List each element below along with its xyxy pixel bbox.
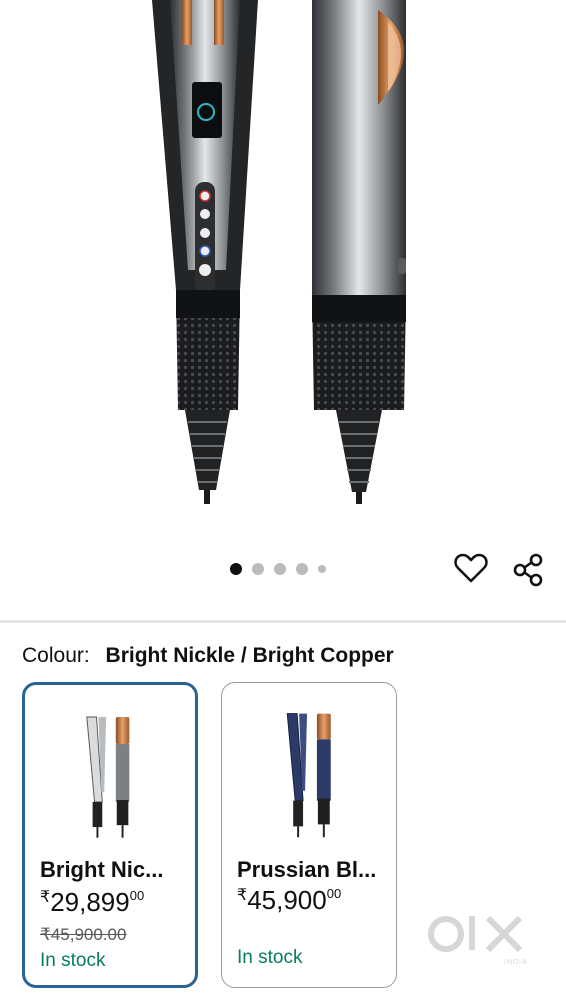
product-image <box>152 0 406 504</box>
option-price: ₹45,90000 <box>237 885 341 916</box>
price-whole: 29,899 <box>50 887 130 917</box>
option-title: Prussian Bl... <box>237 857 377 882</box>
price-fraction: 00 <box>129 888 145 903</box>
carousel-dot-2[interactable] <box>252 563 264 575</box>
option-title: Bright Nic... <box>40 857 164 882</box>
carousel-indicator[interactable] <box>230 563 326 575</box>
option-stock-status: In stock <box>237 947 303 968</box>
watermark-sub: INDIA <box>504 959 528 966</box>
carousel-dot-4[interactable] <box>296 563 308 575</box>
option-thumbnail <box>286 713 331 838</box>
currency-symbol: ₹ <box>237 887 248 904</box>
share-icon <box>513 553 543 587</box>
carousel-dot-1[interactable] <box>230 563 242 575</box>
option-stock-status: In stock <box>40 950 106 971</box>
olx-watermark-logo: INDIA <box>428 915 528 966</box>
colour-option-prussian-blue[interactable]: Prussian Bl... ₹45,90000 In stock <box>221 682 397 988</box>
option-price: ₹29,89900 <box>40 887 144 918</box>
heart-outline-icon <box>454 553 488 583</box>
colour-selection-label: Colour: Bright Nickle / Bright Copper <box>22 644 394 668</box>
carousel-dot-3[interactable] <box>274 563 286 575</box>
option-thumbnail <box>86 716 130 838</box>
product-image-gallery[interactable] <box>0 0 566 520</box>
selected-colour-name: Bright Nickle / Bright Copper <box>105 644 394 667</box>
colour-label: Colour: <box>22 644 90 667</box>
section-divider <box>0 620 566 623</box>
option-mrp: ₹45,900.00 <box>40 925 127 944</box>
carousel-dot-5[interactable] <box>318 565 326 573</box>
share-button[interactable] <box>510 551 548 589</box>
currency-symbol: ₹ <box>40 889 51 906</box>
price-whole: 45,900 <box>247 885 327 915</box>
favourite-button[interactable] <box>452 550 490 588</box>
colour-option-bright-nickel[interactable]: Bright Nic... ₹29,89900 ₹45,900.00 In st… <box>22 682 198 988</box>
price-fraction: 00 <box>326 886 342 901</box>
